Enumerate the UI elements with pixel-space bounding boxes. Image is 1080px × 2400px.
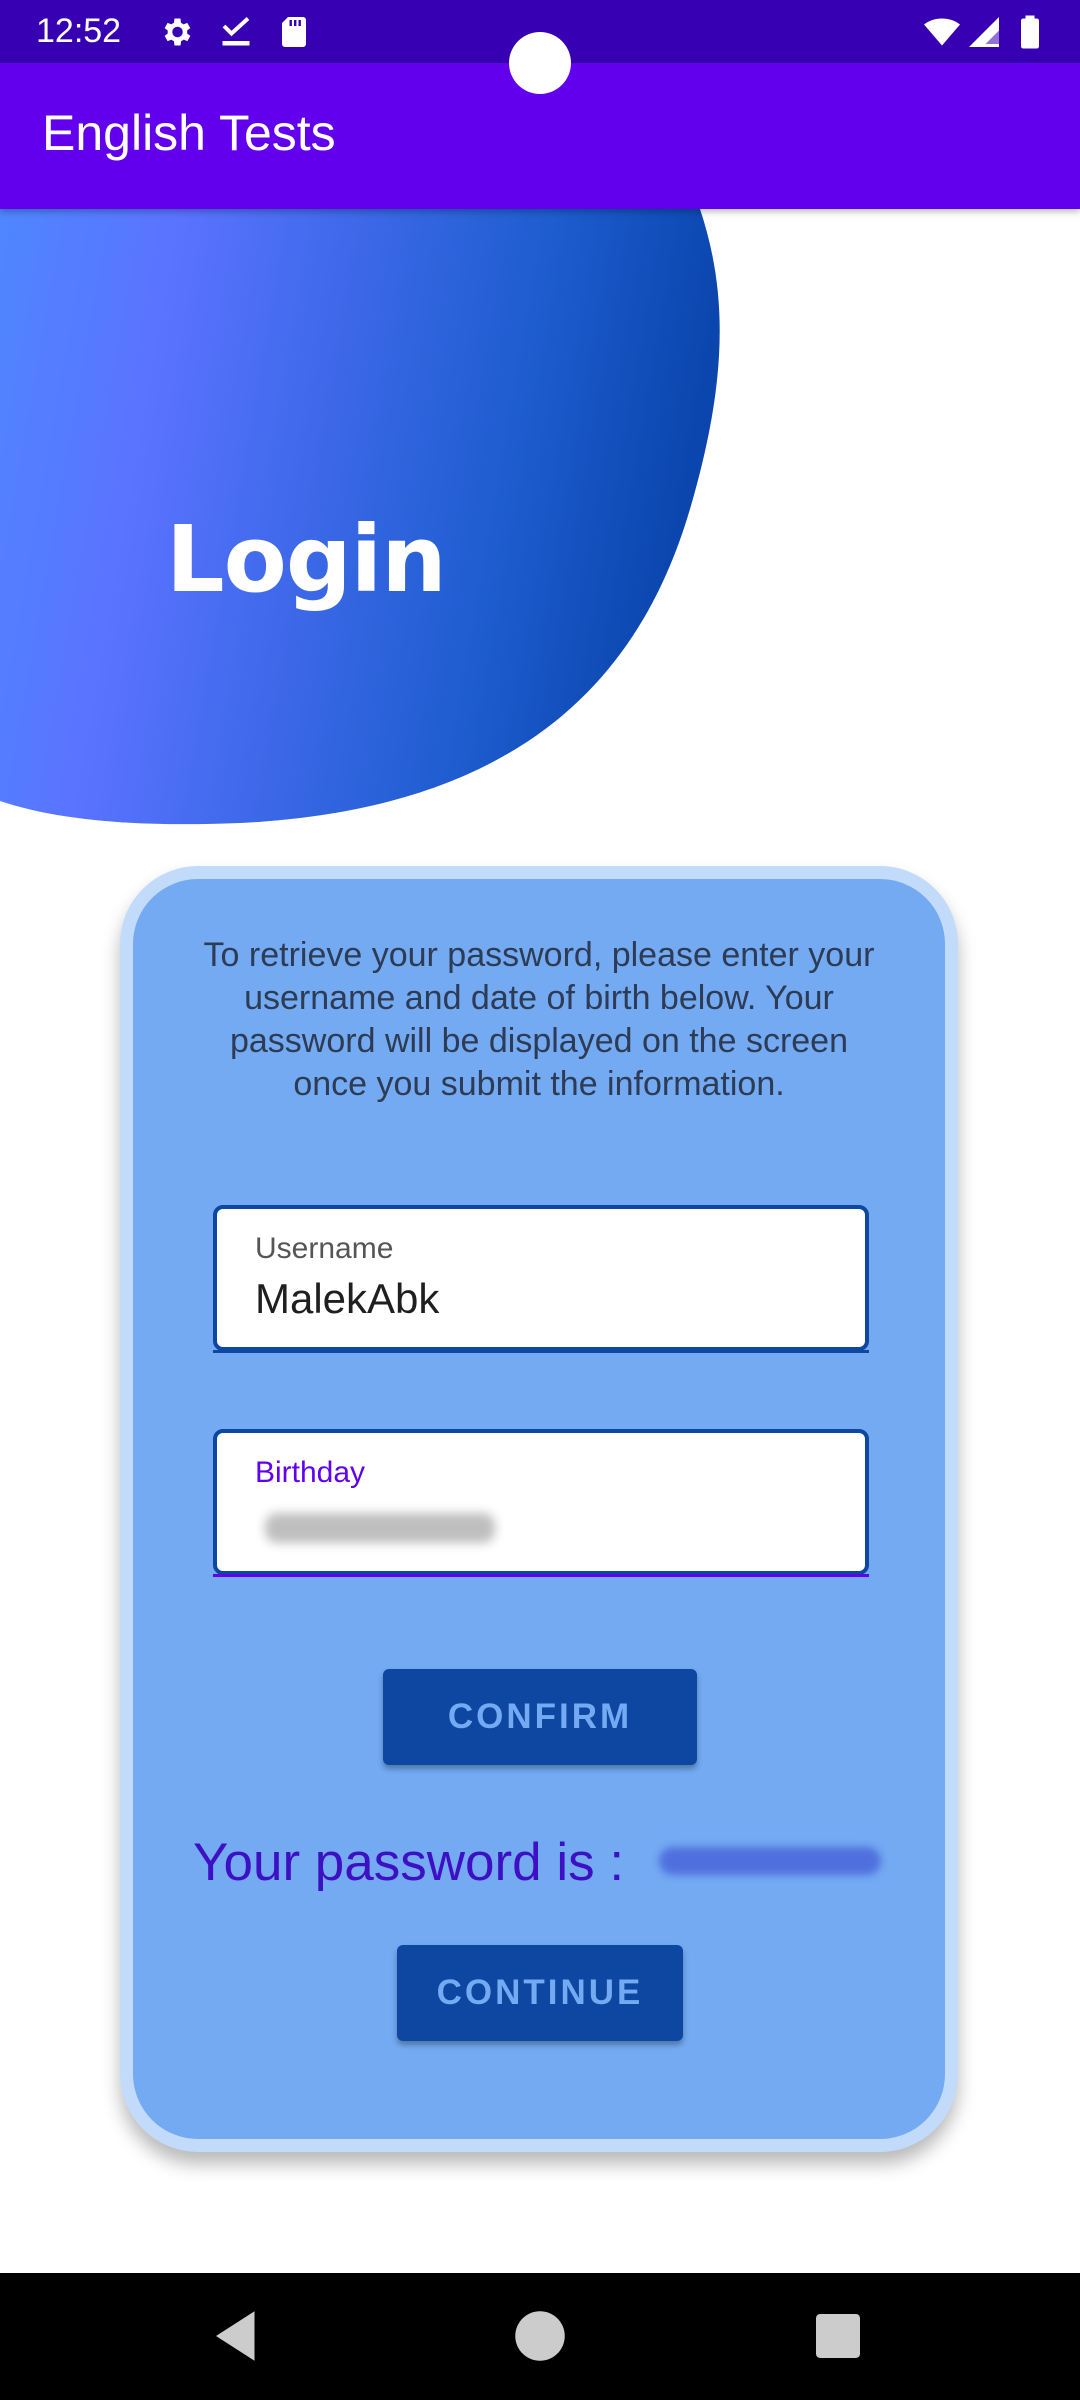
- gear-icon: [164, 18, 191, 46]
- continue-button[interactable]: CONTINUE: [397, 1945, 683, 2041]
- password-value-redacted: [659, 1847, 881, 1875]
- login-title: Login: [166, 506, 447, 613]
- status-time: 12:52: [36, 12, 122, 50]
- wifi-icon: [924, 18, 960, 46]
- username-underline: [213, 1350, 869, 1353]
- password-recovery-card: To retrieve your password, please enter …: [120, 866, 958, 2152]
- info-text: To retrieve your password, please enter …: [203, 936, 875, 1103]
- camera-cutout: [509, 32, 571, 94]
- birthday-field[interactable]: Birthday: [213, 1429, 869, 1577]
- confirm-button[interactable]: CONFIRM: [383, 1669, 697, 1765]
- username-label: Username: [255, 1232, 394, 1265]
- download-check-icon: [222, 17, 250, 46]
- birthday-underline: [213, 1574, 869, 1577]
- signal-icon: [969, 17, 999, 47]
- password-label: Your password is :: [193, 1833, 625, 1892]
- birthday-label: Birthday: [255, 1456, 366, 1489]
- app-title: English Tests: [42, 105, 336, 161]
- navigation-bar: [0, 2273, 1080, 2400]
- username-field[interactable]: Username MalekAbk: [213, 1205, 869, 1353]
- birthday-value-redacted: [265, 1513, 495, 1543]
- sd-card-icon: [282, 17, 306, 47]
- battery-icon: [1021, 15, 1039, 49]
- recents-icon[interactable]: [805, 2303, 871, 2369]
- username-value: MalekAbk: [255, 1275, 440, 1322]
- home-icon[interactable]: [507, 2303, 573, 2369]
- back-icon[interactable]: [205, 2303, 271, 2369]
